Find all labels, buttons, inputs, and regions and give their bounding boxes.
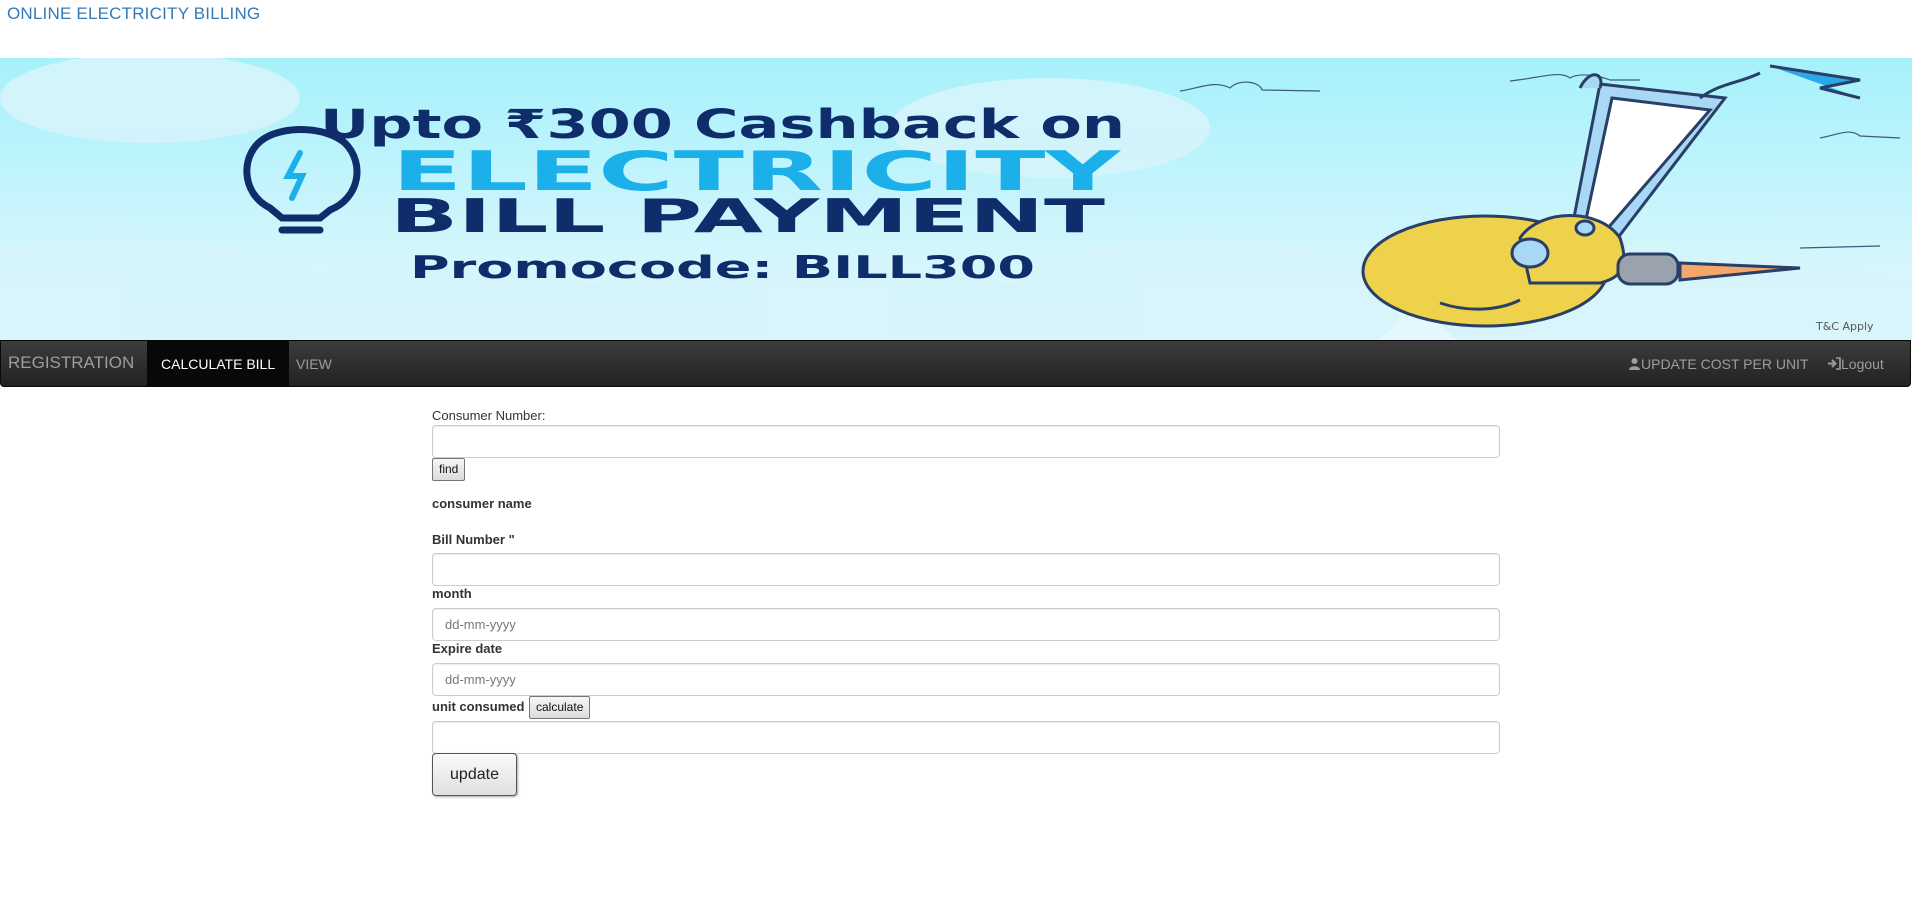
banner-promo: Promocode: BILL300 bbox=[410, 250, 1035, 286]
bill-number-label: Bill Number " bbox=[432, 532, 515, 547]
nav-update-cost-label: UPDATE COST PER UNIT bbox=[1641, 356, 1809, 372]
bill-number-input[interactable] bbox=[432, 553, 1500, 586]
unit-consumed-label: unit consumed bbox=[432, 699, 525, 714]
month-label: month bbox=[432, 586, 472, 601]
calculate-button[interactable]: calculate bbox=[529, 696, 591, 719]
promo-banner: Upto ₹300 Cashback on ELECTRICITY BILL P… bbox=[0, 58, 1912, 340]
consumer-number-label: Consumer Number: bbox=[432, 408, 546, 423]
expire-date-input[interactable]: dd-mm-yyyy bbox=[432, 663, 1500, 696]
user-icon bbox=[1628, 342, 1641, 370]
month-placeholder: dd-mm-yyyy bbox=[445, 617, 516, 632]
main-navbar: REGISTRATION CALCULATE BILL VIEW UPDATE … bbox=[0, 340, 1911, 387]
banner-graphic: Upto ₹300 Cashback on ELECTRICITY BILL P… bbox=[0, 58, 1912, 340]
banner-subline: BILL PAYMENT bbox=[390, 189, 1106, 243]
update-button[interactable]: update bbox=[432, 753, 517, 796]
consumer-name-label: consumer name bbox=[432, 496, 532, 511]
site-title[interactable]: ONLINE ELECTRICITY BILLING bbox=[7, 4, 260, 24]
find-button[interactable]: find bbox=[432, 458, 466, 481]
nav-view[interactable]: VIEW bbox=[296, 341, 332, 387]
expire-placeholder: dd-mm-yyyy bbox=[445, 672, 516, 687]
nav-logout[interactable]: Logout bbox=[1827, 341, 1884, 387]
login-icon bbox=[1827, 342, 1841, 370]
expire-date-label: Expire date bbox=[432, 641, 503, 656]
unit-consumed-input[interactable] bbox=[432, 721, 1500, 754]
nav-logout-label: Logout bbox=[1841, 356, 1884, 372]
nav-calculate-bill[interactable]: CALCULATE BILL bbox=[147, 341, 290, 387]
navbar-brand[interactable]: REGISTRATION bbox=[8, 353, 134, 373]
nav-update-cost[interactable]: UPDATE COST PER UNIT bbox=[1628, 341, 1809, 387]
consumer-number-input[interactable] bbox=[432, 425, 1500, 458]
banner-tnc: T&C Apply bbox=[1815, 320, 1874, 333]
month-date-input[interactable]: dd-mm-yyyy bbox=[432, 608, 1500, 641]
